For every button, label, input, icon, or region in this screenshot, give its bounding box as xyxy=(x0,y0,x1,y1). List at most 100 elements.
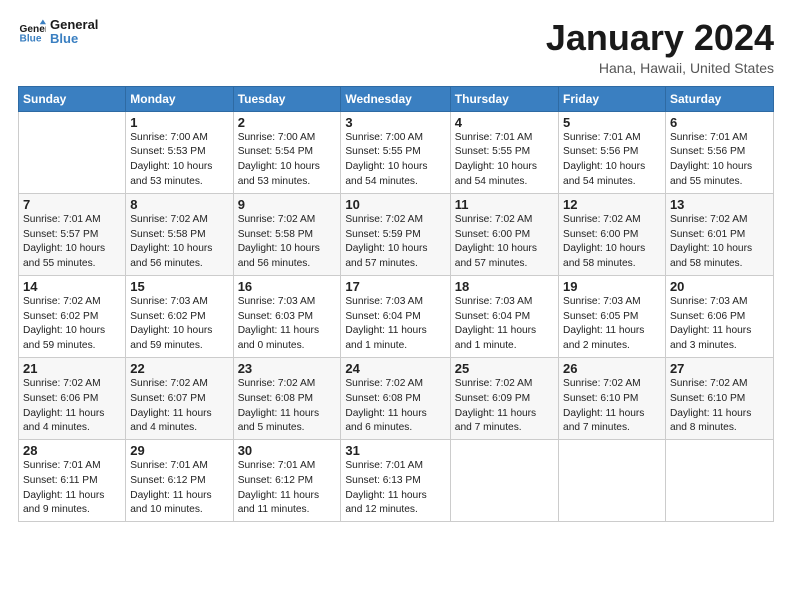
day-cell: 12Sunrise: 7:02 AM Sunset: 6:00 PM Dayli… xyxy=(559,193,666,275)
day-number: 28 xyxy=(23,443,121,458)
logo-line1: General xyxy=(50,18,98,32)
day-cell: 7Sunrise: 7:01 AM Sunset: 5:57 PM Daylig… xyxy=(19,193,126,275)
day-number: 30 xyxy=(238,443,337,458)
day-info: Sunrise: 7:02 AM Sunset: 6:01 PM Dayligh… xyxy=(670,213,769,272)
week-row-2: 7Sunrise: 7:01 AM Sunset: 5:57 PM Daylig… xyxy=(19,193,774,275)
day-info: Sunrise: 7:01 AM Sunset: 5:56 PM Dayligh… xyxy=(670,131,769,190)
week-row-1: 1Sunrise: 7:00 AM Sunset: 5:53 PM Daylig… xyxy=(19,111,774,193)
day-info: Sunrise: 7:01 AM Sunset: 5:55 PM Dayligh… xyxy=(455,131,554,190)
day-info: Sunrise: 7:02 AM Sunset: 5:58 PM Dayligh… xyxy=(130,213,228,272)
column-header-sunday: Sunday xyxy=(19,86,126,111)
day-number: 22 xyxy=(130,361,228,376)
day-cell: 14Sunrise: 7:02 AM Sunset: 6:02 PM Dayli… xyxy=(19,275,126,357)
day-cell: 2Sunrise: 7:00 AM Sunset: 5:54 PM Daylig… xyxy=(233,111,341,193)
day-number: 3 xyxy=(345,115,445,130)
column-header-tuesday: Tuesday xyxy=(233,86,341,111)
day-cell: 8Sunrise: 7:02 AM Sunset: 5:58 PM Daylig… xyxy=(126,193,233,275)
day-cell: 3Sunrise: 7:00 AM Sunset: 5:55 PM Daylig… xyxy=(341,111,450,193)
day-info: Sunrise: 7:02 AM Sunset: 6:02 PM Dayligh… xyxy=(23,295,121,354)
day-info: Sunrise: 7:02 AM Sunset: 5:58 PM Dayligh… xyxy=(238,213,337,272)
day-info: Sunrise: 7:00 AM Sunset: 5:53 PM Dayligh… xyxy=(130,131,228,190)
day-cell: 30Sunrise: 7:01 AM Sunset: 6:12 PM Dayli… xyxy=(233,440,341,522)
day-cell: 15Sunrise: 7:03 AM Sunset: 6:02 PM Dayli… xyxy=(126,275,233,357)
week-row-4: 21Sunrise: 7:02 AM Sunset: 6:06 PM Dayli… xyxy=(19,357,774,439)
day-info: Sunrise: 7:03 AM Sunset: 6:06 PM Dayligh… xyxy=(670,295,769,354)
day-cell: 29Sunrise: 7:01 AM Sunset: 6:12 PM Dayli… xyxy=(126,440,233,522)
day-cell: 1Sunrise: 7:00 AM Sunset: 5:53 PM Daylig… xyxy=(126,111,233,193)
calendar-title: January 2024 xyxy=(546,18,774,58)
day-number: 10 xyxy=(345,197,445,212)
day-number: 9 xyxy=(238,197,337,212)
day-cell: 16Sunrise: 7:03 AM Sunset: 6:03 PM Dayli… xyxy=(233,275,341,357)
column-header-saturday: Saturday xyxy=(665,86,773,111)
svg-text:Blue: Blue xyxy=(20,34,42,45)
calendar-subtitle: Hana, Hawaii, United States xyxy=(546,60,774,76)
day-cell: 26Sunrise: 7:02 AM Sunset: 6:10 PM Dayli… xyxy=(559,357,666,439)
day-number: 12 xyxy=(563,197,661,212)
header: General Blue General Blue January 2024 H… xyxy=(18,18,774,76)
day-info: Sunrise: 7:02 AM Sunset: 6:00 PM Dayligh… xyxy=(563,213,661,272)
day-number: 31 xyxy=(345,443,445,458)
day-cell: 9Sunrise: 7:02 AM Sunset: 5:58 PM Daylig… xyxy=(233,193,341,275)
day-cell: 17Sunrise: 7:03 AM Sunset: 6:04 PM Dayli… xyxy=(341,275,450,357)
day-cell: 31Sunrise: 7:01 AM Sunset: 6:13 PM Dayli… xyxy=(341,440,450,522)
day-cell: 11Sunrise: 7:02 AM Sunset: 6:00 PM Dayli… xyxy=(450,193,558,275)
day-info: Sunrise: 7:01 AM Sunset: 6:13 PM Dayligh… xyxy=(345,459,445,518)
day-info: Sunrise: 7:02 AM Sunset: 6:10 PM Dayligh… xyxy=(563,377,661,436)
column-header-thursday: Thursday xyxy=(450,86,558,111)
day-info: Sunrise: 7:01 AM Sunset: 6:12 PM Dayligh… xyxy=(130,459,228,518)
day-info: Sunrise: 7:03 AM Sunset: 6:05 PM Dayligh… xyxy=(563,295,661,354)
logo: General Blue General Blue xyxy=(18,18,98,47)
day-number: 29 xyxy=(130,443,228,458)
day-info: Sunrise: 7:03 AM Sunset: 6:04 PM Dayligh… xyxy=(455,295,554,354)
day-number: 2 xyxy=(238,115,337,130)
day-info: Sunrise: 7:03 AM Sunset: 6:03 PM Dayligh… xyxy=(238,295,337,354)
day-info: Sunrise: 7:02 AM Sunset: 6:00 PM Dayligh… xyxy=(455,213,554,272)
day-number: 16 xyxy=(238,279,337,294)
day-number: 23 xyxy=(238,361,337,376)
title-block: January 2024 Hana, Hawaii, United States xyxy=(546,18,774,76)
day-info: Sunrise: 7:00 AM Sunset: 5:54 PM Dayligh… xyxy=(238,131,337,190)
day-number: 27 xyxy=(670,361,769,376)
day-info: Sunrise: 7:01 AM Sunset: 6:11 PM Dayligh… xyxy=(23,459,121,518)
day-cell: 28Sunrise: 7:01 AM Sunset: 6:11 PM Dayli… xyxy=(19,440,126,522)
day-info: Sunrise: 7:02 AM Sunset: 5:59 PM Dayligh… xyxy=(345,213,445,272)
calendar-table: SundayMondayTuesdayWednesdayThursdayFrid… xyxy=(18,86,774,523)
day-info: Sunrise: 7:03 AM Sunset: 6:02 PM Dayligh… xyxy=(130,295,228,354)
day-info: Sunrise: 7:02 AM Sunset: 6:07 PM Dayligh… xyxy=(130,377,228,436)
day-info: Sunrise: 7:02 AM Sunset: 6:09 PM Dayligh… xyxy=(455,377,554,436)
day-info: Sunrise: 7:02 AM Sunset: 6:10 PM Dayligh… xyxy=(670,377,769,436)
day-info: Sunrise: 7:01 AM Sunset: 5:56 PM Dayligh… xyxy=(563,131,661,190)
day-cell: 6Sunrise: 7:01 AM Sunset: 5:56 PM Daylig… xyxy=(665,111,773,193)
day-number: 25 xyxy=(455,361,554,376)
day-number: 24 xyxy=(345,361,445,376)
day-cell xyxy=(665,440,773,522)
day-cell: 20Sunrise: 7:03 AM Sunset: 6:06 PM Dayli… xyxy=(665,275,773,357)
day-cell: 27Sunrise: 7:02 AM Sunset: 6:10 PM Dayli… xyxy=(665,357,773,439)
day-cell: 5Sunrise: 7:01 AM Sunset: 5:56 PM Daylig… xyxy=(559,111,666,193)
column-header-friday: Friday xyxy=(559,86,666,111)
day-cell xyxy=(450,440,558,522)
calendar-page: General Blue General Blue January 2024 H… xyxy=(0,0,792,612)
day-cell: 21Sunrise: 7:02 AM Sunset: 6:06 PM Dayli… xyxy=(19,357,126,439)
day-number: 20 xyxy=(670,279,769,294)
day-number: 5 xyxy=(563,115,661,130)
day-cell: 4Sunrise: 7:01 AM Sunset: 5:55 PM Daylig… xyxy=(450,111,558,193)
day-number: 4 xyxy=(455,115,554,130)
day-number: 11 xyxy=(455,197,554,212)
day-number: 13 xyxy=(670,197,769,212)
logo-line2: Blue xyxy=(50,32,98,46)
day-number: 14 xyxy=(23,279,121,294)
day-info: Sunrise: 7:00 AM Sunset: 5:55 PM Dayligh… xyxy=(345,131,445,190)
day-info: Sunrise: 7:02 AM Sunset: 6:06 PM Dayligh… xyxy=(23,377,121,436)
day-cell: 18Sunrise: 7:03 AM Sunset: 6:04 PM Dayli… xyxy=(450,275,558,357)
day-cell: 10Sunrise: 7:02 AM Sunset: 5:59 PM Dayli… xyxy=(341,193,450,275)
day-cell: 25Sunrise: 7:02 AM Sunset: 6:09 PM Dayli… xyxy=(450,357,558,439)
day-info: Sunrise: 7:01 AM Sunset: 6:12 PM Dayligh… xyxy=(238,459,337,518)
day-number: 21 xyxy=(23,361,121,376)
day-number: 15 xyxy=(130,279,228,294)
day-info: Sunrise: 7:03 AM Sunset: 6:04 PM Dayligh… xyxy=(345,295,445,354)
day-number: 8 xyxy=(130,197,228,212)
day-number: 26 xyxy=(563,361,661,376)
day-cell xyxy=(559,440,666,522)
